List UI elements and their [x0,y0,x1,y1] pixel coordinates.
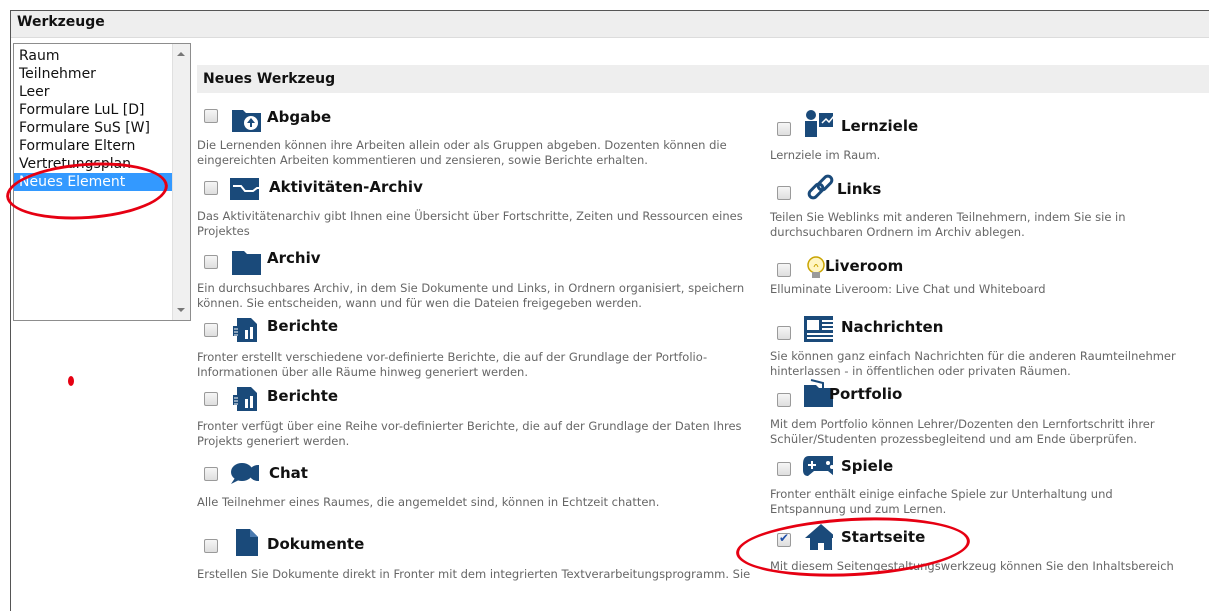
tool-desc-nachrichten: Sie können ganz einfach Nachrichten für … [770,349,1176,378]
chat-bubbles-icon [231,463,259,484]
tool-name-berichte-projekt[interactable]: Berichte [267,387,338,405]
tool-desc-archiv: Ein durchsuchbares Archiv, in dem Sie Do… [197,281,745,310]
checkbox-spiele[interactable] [777,462,791,476]
scroll-up-arrow-icon[interactable] [177,52,185,56]
listbox-scrollbar[interactable] [172,44,190,320]
checkbox-liveroom[interactable] [777,263,791,277]
chain-link-icon [807,174,834,200]
tool-name-lernziele[interactable]: Lernziele [841,117,918,135]
tool-name-spiele[interactable]: Spiele [841,457,893,475]
list-item-formulare-lul[interactable]: Formulare LuL [D] [19,101,145,119]
tool-name-links[interactable]: Links [837,180,881,198]
tools-panel: Werkzeuge Raum Teilnehmer Leer Formulare… [10,10,1209,611]
checkbox-portfolio[interactable] [777,393,791,407]
checkbox-berichte-projekt[interactable] [204,392,218,406]
checkbox-berichte-portfolio[interactable] [204,323,218,337]
header-bar: Werkzeuge [11,11,1209,38]
tool-name-startseite[interactable]: Startseite [841,528,925,546]
list-item-formulare-sus[interactable]: Formulare SuS [W] [19,119,150,137]
gamepad-icon [803,456,833,476]
checkbox-dokumente[interactable] [204,539,218,553]
checkbox-links[interactable] [777,186,791,200]
tool-desc-portfolio: Mit dem Portfolio können Lehrer/Dozenten… [770,417,1155,446]
tool-category-listbox[interactable]: Raum Teilnehmer Leer Formulare LuL [D] F… [13,43,191,321]
tool-name-abgabe[interactable]: Abgabe [267,108,331,126]
page-title: Werkzeuge [17,14,105,30]
tool-desc-abgabe: Die Lernenden können ihre Arbeiten allei… [197,138,727,167]
list-item-neues-element[interactable]: Neues Element [14,173,172,191]
tool-name-aktivitaeten-archiv[interactable]: Aktivitäten-Archiv [269,178,423,196]
scroll-down-arrow-icon[interactable] [177,308,185,312]
tool-desc-berichte-projekt: Fronter verfügt über eine Reihe vor-defi… [197,419,742,448]
tool-desc-links: Teilen Sie Weblinks mit anderen Teilnehm… [770,210,1126,239]
tool-name-berichte-portfolio[interactable]: Berichte [267,317,338,335]
folder-icon [232,251,261,275]
list-item-vertretungsplan[interactable]: Vertretungsplan [19,155,131,173]
checkbox-nachrichten[interactable] [777,326,791,340]
list-item-leer[interactable]: Leer [19,83,50,101]
learning-goals-icon [805,110,833,137]
tool-desc-chat: Alle Teilnehmer eines Raumes, die angeme… [197,495,660,509]
tool-name-chat[interactable]: Chat [269,464,308,482]
upload-folder-icon [232,110,261,132]
list-item-raum[interactable]: Raum [19,47,60,65]
tool-name-archiv[interactable]: Archiv [267,249,321,267]
activity-chart-icon [230,178,259,200]
tool-desc-liveroom: Elluminate Liveroom: Live Chat und White… [770,282,1046,296]
annotation-dot [68,376,74,386]
tool-desc-aktivitaeten-archiv: Das Aktivitätenarchiv gibt Ihnen eine Üb… [197,209,743,238]
tool-desc-berichte-portfolio: Fronter erstellt verschiedene vor-defini… [197,350,708,379]
tool-name-nachrichten[interactable]: Nachrichten [841,318,943,336]
report-icon [233,387,257,411]
report-icon [233,318,257,342]
message-board-icon [804,316,833,342]
tool-name-liveroom[interactable]: Liveroom [825,257,903,275]
list-item-teilnehmer[interactable]: Teilnehmer [19,65,96,83]
checkbox-abgabe[interactable] [204,109,218,123]
tool-desc-dokumente: Erstellen Sie Dokumente direkt in Fronte… [197,567,751,581]
tool-desc-spiele: Fronter enthält einige einfache Spiele z… [770,487,1113,516]
checkbox-chat[interactable] [204,467,218,481]
checkbox-startseite[interactable] [777,531,791,547]
list-item-formulare-eltern[interactable]: Formulare Eltern [19,137,135,155]
tool-desc-lernziele: Lernziele im Raum. [770,148,881,162]
tool-desc-startseite: Mit diesem Seitengestaltungswerkzeug kön… [770,559,1174,573]
tool-name-portfolio[interactable]: Portfolio [829,385,902,403]
section-header: Neues Werkzeug [197,65,1209,93]
section-title: Neues Werkzeug [203,71,336,87]
checkbox-archiv[interactable] [204,255,218,269]
checkbox-lernziele[interactable] [777,122,791,136]
tool-name-dokumente[interactable]: Dokumente [267,535,364,553]
document-icon [236,529,258,556]
checkbox-aktivitaeten-archiv[interactable] [204,181,218,195]
home-icon [805,524,833,550]
